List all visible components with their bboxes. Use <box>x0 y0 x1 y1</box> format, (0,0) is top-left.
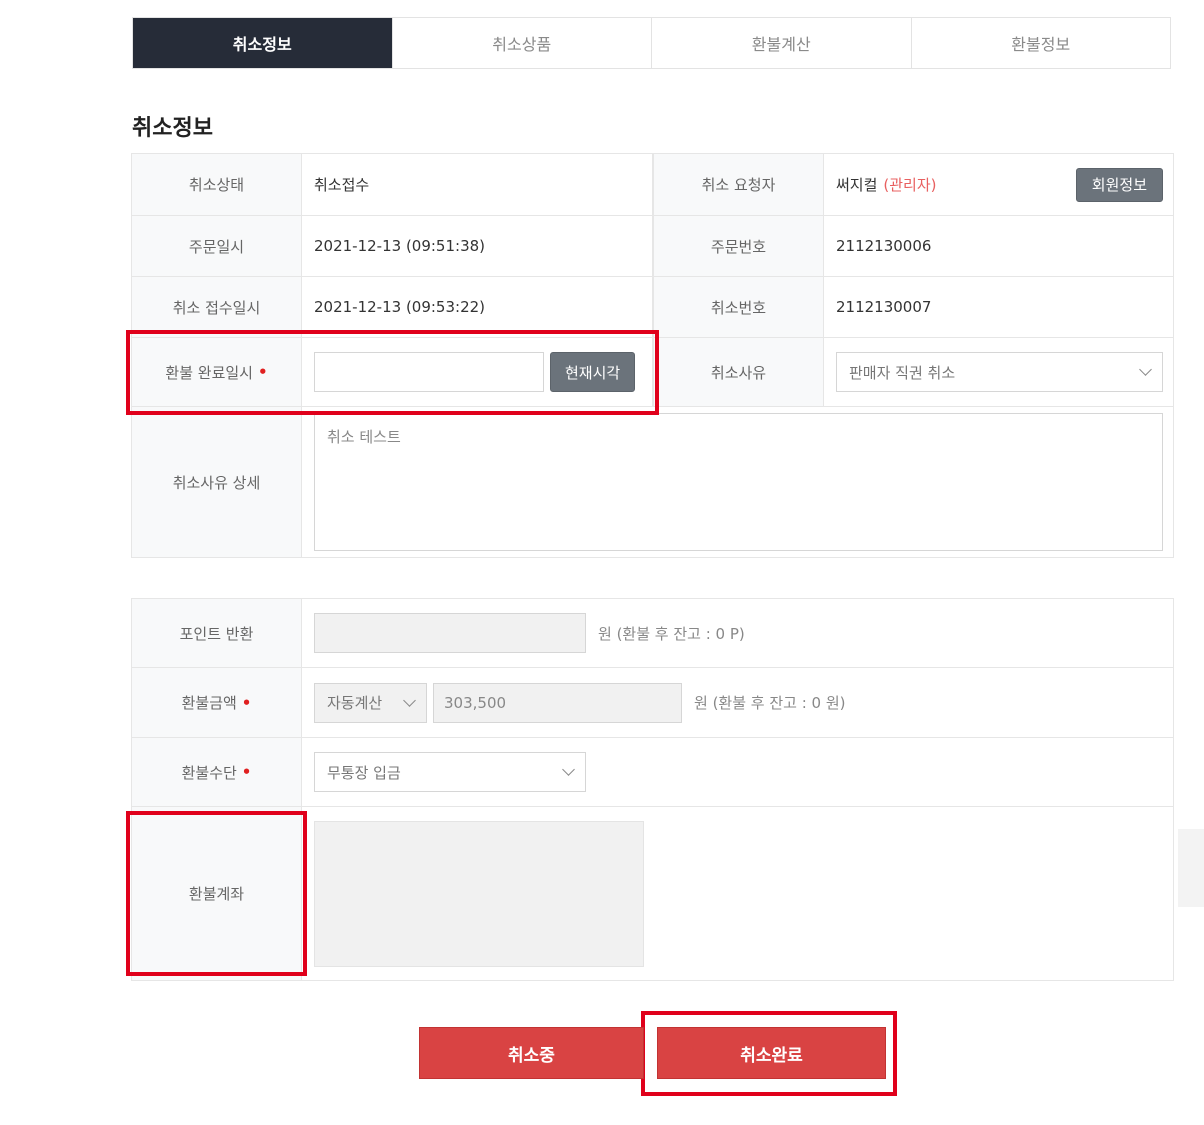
cancel-reason-detail-label: 취소사유 상세 <box>131 407 302 557</box>
table-row: 환불금액• 자동계산 원 (환불 후 잔고 : 0 원) <box>131 668 1174 738</box>
cancel-reason-label: 취소사유 <box>653 338 824 406</box>
order-number-label: 주문번호 <box>653 216 824 276</box>
refund-method-value: 무통장 입금 <box>327 763 401 782</box>
section-title: 취소정보 <box>132 116 213 141</box>
cancel-reason-value: 판매자 직권 취소 <box>849 363 956 382</box>
highlight-box-refund-date <box>126 330 659 415</box>
order-date-value: 2021-12-13 (09:51:38) <box>302 216 653 276</box>
required-mark: • <box>241 693 252 712</box>
chevron-down-icon <box>562 763 575 776</box>
point-return-input <box>314 613 586 653</box>
refund-amount-input <box>433 682 682 723</box>
point-return-cell: 원 (환불 후 잔고 : 0 P) <box>302 599 1174 667</box>
point-return-note: 원 (환불 후 잔고 : 0 P) <box>598 624 745 643</box>
table-row: 환불수단 • 무통장 입금 <box>131 738 1174 807</box>
refund-method-text: 환불수단 <box>181 763 237 782</box>
refund-method-label: 환불수단 • <box>131 738 302 806</box>
tab-refund-info[interactable]: 환불정보 <box>911 18 1170 68</box>
tab-cancel-info[interactable]: 취소정보 <box>133 18 393 68</box>
table-row: 취소 접수일시 2021-12-13 (09:53:22) 취소번호 21121… <box>131 277 1174 338</box>
cancel-number-label: 취소번호 <box>653 277 824 337</box>
requester-name: 써지컬 <box>836 176 878 194</box>
cancel-in-progress-button[interactable]: 취소중 <box>419 1027 644 1079</box>
required-mark: • <box>241 763 252 781</box>
point-return-label: 포인트 반환 <box>131 599 302 667</box>
chevron-down-icon <box>1139 363 1152 376</box>
cancel-date-label: 취소 접수일시 <box>131 277 302 337</box>
refund-account-fields[interactable] <box>314 820 644 967</box>
cancel-status-value: 취소접수 <box>302 154 653 215</box>
member-info-button[interactable]: 회원정보 <box>1075 167 1163 202</box>
table-row: 취소상태 취소접수 취소 요청자 써지컬 (관리자) 회원정보 <box>131 154 1174 216</box>
refund-method-select[interactable]: 무통장 입금 <box>314 752 586 792</box>
refund-amount-cell: 자동계산 원 (환불 후 잔고 : 0 원) <box>302 668 1174 737</box>
refund-amount-note: 원 (환불 후 잔고 : 0 원) <box>694 694 846 712</box>
cancel-requester-value: 써지컬 (관리자) <box>836 174 937 195</box>
cancel-reason-detail-cell: 취소 테스트 <box>302 407 1174 557</box>
order-number-value: 2112130006 <box>824 216 1174 276</box>
table-row: 취소사유 상세 취소 테스트 <box>131 407 1174 558</box>
tab-refund-calc[interactable]: 환불계산 <box>652 18 912 68</box>
cancel-requester-label: 취소 요청자 <box>653 154 824 215</box>
refund-amount-text: 환불금액 <box>181 694 237 712</box>
cancel-complete-button[interactable]: 취소완료 <box>657 1027 886 1079</box>
cancel-date-value: 2021-12-13 (09:53:22) <box>302 277 653 337</box>
refund-amount-mode-value: 자동계산 <box>327 694 383 712</box>
table-row: 주문일시 2021-12-13 (09:51:38) 주문번호 21121300… <box>131 216 1174 277</box>
refund-account-cell <box>302 807 1174 980</box>
refund-amount-mode-select[interactable]: 자동계산 <box>314 682 427 723</box>
highlight-box-refund-account <box>126 811 307 976</box>
tab-bar: 취소정보 취소상품 환불계산 환불정보 <box>132 17 1171 69</box>
cancel-requester-cell: 써지컬 (관리자) 회원정보 <box>824 154 1174 215</box>
cancel-number-value: 2112130007 <box>824 277 1174 337</box>
cancel-reason-detail-textarea[interactable]: 취소 테스트 <box>314 413 1163 551</box>
side-scroll-handle[interactable] <box>1178 829 1204 907</box>
refund-amount-label: 환불금액 • <box>131 668 302 737</box>
table-row: 포인트 반환 원 (환불 후 잔고 : 0 P) <box>131 599 1174 668</box>
chevron-down-icon <box>403 693 416 707</box>
order-date-label: 주문일시 <box>131 216 302 276</box>
requester-role: (관리자) <box>883 176 937 194</box>
cancel-reason-select[interactable]: 판매자 직권 취소 <box>836 352 1163 392</box>
refund-method-cell: 무통장 입금 <box>302 738 1174 806</box>
cancel-reason-cell: 판매자 직권 취소 <box>824 338 1174 406</box>
cancel-status-label: 취소상태 <box>131 154 302 215</box>
tab-cancel-products[interactable]: 취소상품 <box>392 18 652 68</box>
cancel-detail-page: 취소정보 취소상품 환불계산 환불정보 취소정보 취소상태 취소접수 취소 요청… <box>0 0 1204 1125</box>
